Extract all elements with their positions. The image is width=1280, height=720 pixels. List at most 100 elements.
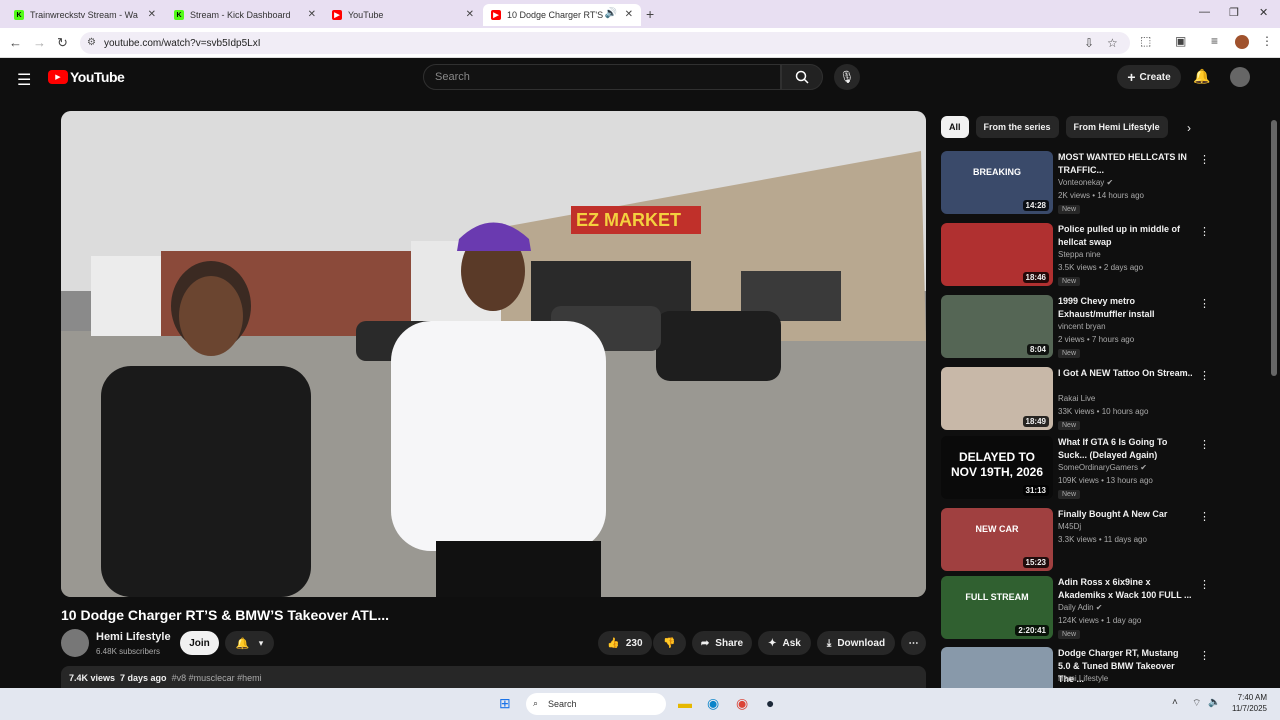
maximize-icon[interactable]: ❐ [1229, 6, 1239, 19]
file-explorer-icon[interactable]: ▬ [678, 695, 692, 711]
recommendation-item[interactable]: BREAKING 14:28 MOST WANTED HELLCATS IN TRA… [941, 151, 1210, 215]
recommendation-item[interactable]: FULL STREAM 2:20:41 Adin Ross x 6ix9ine x … [941, 576, 1210, 640]
reload-icon[interactable]: ↻ [57, 35, 68, 51]
edge-icon[interactable]: ◉ [707, 695, 719, 712]
like-button[interactable]: 👍 230 [598, 631, 652, 655]
chevron-up-icon[interactable]: ˄ [1172, 697, 1178, 708]
browser-tab-2[interactable]: K Stream - Kick Dashboard ✕ [166, 4, 324, 26]
video-thumbnail[interactable]: 8:04 [941, 295, 1053, 358]
recommendation-item[interactable]: 8:04 1999 Chevy metro Exhaust/muffler ins… [941, 295, 1210, 359]
channel-avatar[interactable] [61, 629, 89, 657]
channel-name[interactable]: Hemi Lifestyle [96, 631, 171, 643]
windows-start-icon[interactable]: ⊞ [499, 695, 511, 712]
site-info-icon[interactable]: ⚙ [87, 37, 96, 48]
ask-button[interactable]: ✦ Ask [758, 631, 811, 655]
recommendation-item[interactable]: DELAYED TO NOV 19TH, 2026 31:13 What If GT… [941, 436, 1210, 500]
recommendation-channel[interactable]: Vonteonekay ✔ [1058, 178, 1113, 187]
download-button[interactable]: ⤓ Download [817, 631, 895, 655]
scrollbar[interactable] [1271, 120, 1277, 376]
recommendation-title[interactable]: Police pulled up in middle of hellcat sw… [1058, 223, 1193, 249]
subscription-bell-button[interactable]: 🔔 ▾ [225, 631, 274, 655]
steam-icon[interactable]: ● [766, 695, 774, 711]
recommendation-channel[interactable]: Steppa nine [1058, 250, 1101, 259]
recommendation-item[interactable]: 18:49 I Got A NEW Tattoo On Stream.. Rakai… [941, 367, 1210, 431]
recommendation-title[interactable]: Adin Ross x 6ix9ine x Akademiks x Wack 1… [1058, 576, 1193, 602]
profile-avatar[interactable] [1235, 35, 1249, 49]
recommendation-title[interactable]: Finally Bought A New Car [1058, 508, 1193, 521]
chip-all[interactable]: All [941, 116, 969, 138]
hamburger-menu-icon[interactable]: ☰ [17, 70, 31, 90]
chip-from-channel[interactable]: From Hemi Lifestyle [1065, 116, 1168, 138]
video-duration: 18:46 [1022, 272, 1049, 283]
more-vertical-icon[interactable]: ⋮ [1199, 578, 1210, 591]
more-vertical-icon[interactable]: ⋮ [1199, 438, 1210, 451]
chevron-right-icon[interactable]: › [1187, 121, 1191, 135]
more-vertical-icon[interactable]: ⋮ [1199, 369, 1210, 382]
recommendation-channel[interactable]: Rakai Live [1058, 394, 1095, 403]
notifications-bell-icon[interactable]: 🔔 [1193, 68, 1210, 85]
video-thumbnail[interactable]: BREAKING 14:28 [941, 151, 1053, 214]
search-button[interactable] [781, 64, 823, 90]
recommendation-channel[interactable]: vincent bryan [1058, 322, 1106, 331]
recommendation-channel[interactable]: Daily Adin ✔ [1058, 603, 1103, 612]
reading-mode-icon[interactable]: ▣ [1175, 34, 1186, 48]
voice-search-button[interactable]: 🎙 [834, 64, 860, 90]
forward-icon[interactable]: → [33, 35, 46, 50]
video-thumbnail[interactable]: DELAYED TO NOV 19TH, 2026 31:13 [941, 436, 1053, 499]
minimize-icon[interactable]: — [1199, 6, 1210, 18]
video-thumbnail[interactable]: 18:49 [941, 367, 1053, 430]
recommendation-title[interactable]: 1999 Chevy metro Exhaust/muffler install [1058, 295, 1193, 321]
recommendation-channel[interactable]: M45Dj [1058, 522, 1081, 531]
user-avatar[interactable] [1230, 67, 1250, 87]
share-button[interactable]: ➦ Share [692, 631, 752, 655]
create-button[interactable]: + Create [1117, 65, 1181, 89]
media-control-icon[interactable]: ≡ [1211, 34, 1218, 48]
system-clock[interactable]: 7:40 AM 11/7/2025 [1225, 692, 1267, 714]
browser-tab-4-active[interactable]: ▶ 10 Dodge Charger RT'S & E 🔊 ✕ [483, 4, 641, 26]
taskbar-search-input[interactable]: ⌕ Search [526, 693, 666, 715]
close-tab-icon[interactable]: ✕ [625, 9, 633, 20]
video-player[interactable]: EZ MARKET [61, 111, 926, 597]
recommendation-title[interactable]: MOST WANTED HELLCATS IN TRAFFIC... [1058, 151, 1193, 177]
video-thumbnail[interactable]: FULL STREAM 2:20:41 [941, 576, 1053, 639]
speaker-icon[interactable]: 🔊 [605, 8, 617, 19]
wifi-icon[interactable]: ⌔ [1192, 697, 1201, 710]
recommendation-channel[interactable]: SomeOrdinaryGamers ✔ [1058, 463, 1147, 472]
recommendation-meta: 3.3K views • 11 days ago [1058, 535, 1147, 544]
menu-kebab-icon[interactable]: ⋮ [1261, 34, 1273, 48]
bookmark-star-icon[interactable]: ☆ [1107, 36, 1118, 50]
close-tab-icon[interactable]: ✕ [308, 9, 316, 20]
more-vertical-icon[interactable]: ⋮ [1199, 649, 1210, 662]
recommendation-channel[interactable]: Hemi Lifestyle [1058, 674, 1108, 683]
more-actions-button[interactable]: ⋯ [901, 631, 926, 655]
close-tab-icon[interactable]: ✕ [148, 9, 156, 20]
url-field[interactable]: ⚙ youtube.com/watch?v=svb5Idp5LxI ⇩ ☆ [80, 32, 1130, 54]
recommendation-title[interactable]: What If GTA 6 Is Going To Suck... (Delay… [1058, 436, 1193, 462]
recommendation-title[interactable]: I Got A NEW Tattoo On Stream.. [1058, 367, 1193, 380]
video-thumbnail[interactable]: 18:46 [941, 223, 1053, 286]
close-tab-icon[interactable]: ✕ [466, 9, 474, 20]
recommendation-item[interactable]: 18:46 Police pulled up in middle of hellc… [941, 223, 1210, 287]
search-input[interactable]: Search [423, 64, 781, 90]
close-window-icon[interactable]: ✕ [1259, 6, 1268, 19]
more-vertical-icon[interactable]: ⋮ [1199, 297, 1210, 310]
description-box[interactable]: 7.4K views 7 days ago #v8 #musclecar #he… [61, 666, 926, 688]
more-vertical-icon[interactable]: ⋮ [1199, 153, 1210, 166]
dislike-button[interactable]: 👎 [653, 631, 686, 655]
install-icon[interactable]: ⇩ [1084, 36, 1094, 50]
hashtags[interactable]: #v8 #musclecar #hemi [172, 673, 262, 683]
join-button[interactable]: Join [180, 631, 219, 655]
video-thumbnail[interactable]: NEW CAR 15:23 [941, 508, 1053, 571]
browser-tab-3[interactable]: ▶ YouTube ✕ [324, 4, 482, 26]
more-vertical-icon[interactable]: ⋮ [1199, 510, 1210, 523]
chip-from-series[interactable]: From the series [975, 116, 1059, 138]
extensions-icon[interactable]: ⬚ [1140, 34, 1151, 48]
volume-icon[interactable]: 🔈 [1208, 697, 1220, 708]
chrome-icon[interactable]: ◉ [736, 695, 748, 712]
browser-tab-1[interactable]: K Trainwreckstv Stream - Watch L ✕ [6, 4, 164, 26]
youtube-logo[interactable]: ▶ YouTube [48, 69, 125, 85]
recommendation-item[interactable]: NEW CAR 15:23 Finally Bought A New Car M45D… [941, 508, 1210, 572]
more-vertical-icon[interactable]: ⋮ [1199, 225, 1210, 238]
back-icon[interactable]: ← [9, 35, 22, 50]
new-tab-icon[interactable]: + [646, 6, 654, 22]
